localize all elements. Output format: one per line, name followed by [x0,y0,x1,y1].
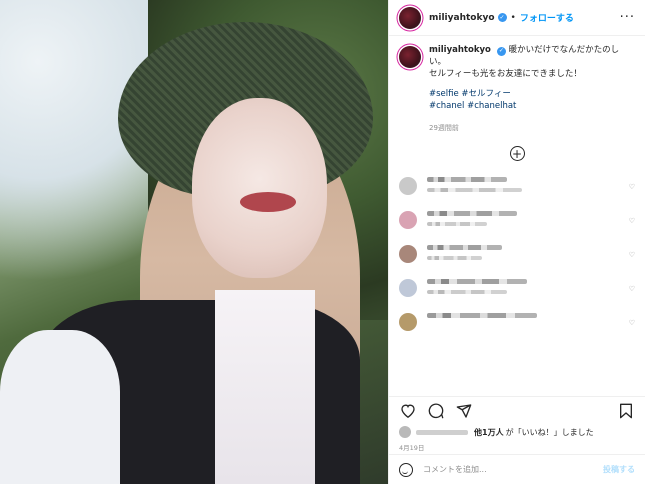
blurred-comment [427,177,522,192]
separator-dot: • [510,12,516,23]
author-username[interactable]: miliyahtokyo [429,13,495,23]
likes-count[interactable]: 他1万人 [474,427,504,438]
post-panel: miliyahtokyo ✓ • フォローする ··· miliyahtokyo… [388,0,645,484]
blurred-comment [427,313,537,318]
action-bar [389,396,645,424]
post-photo [0,0,388,484]
verified-icon: ✓ [497,13,507,22]
caption-hashtags: #selfie #セルフィー #chanel #chanelhat [429,88,634,112]
load-more-icon[interactable]: + [509,146,525,161]
bookmark-icon[interactable] [617,402,635,420]
comment-item: ♡ [399,177,635,195]
caption-time: 29週間前 [429,124,459,132]
comment-avatar[interactable] [399,177,417,195]
blurred-text [427,313,537,318]
blurred-comment [427,279,527,294]
follow-button[interactable]: フォローする [520,11,574,24]
likes-text: が「いいね！」しました [505,427,594,437]
caption-avatar[interactable] [399,46,421,68]
comment-item: ♡ [399,245,635,263]
comment-like-icon[interactable]: ♡ [629,251,635,259]
comment-avatar[interactable] [399,211,417,229]
caption-text-line2: セルフィーも光をお友達にできました！ [429,69,582,79]
add-comment-bar: 投稿する [389,454,645,484]
likes-row: 他1万人 が「いいね！」しました [389,424,645,440]
photo-sleeve [0,330,120,484]
blurred-liker-name [416,429,468,435]
post-date: 4月19日 [399,444,425,452]
comment-avatar[interactable] [399,279,417,297]
post-header: miliyahtokyo ✓ • フォローする ··· [389,0,645,36]
comments-area: miliyahtokyo ✓ 暖かいだけでなんだかたのしい。 セルフィーも光をお友… [389,36,645,396]
blurred-comment [427,211,517,226]
hashtag-line1[interactable]: #selfie #セルフィー [429,88,634,100]
hashtag-line2[interactable]: #chanel #chanelhat [429,100,634,112]
author-avatar[interactable] [399,6,421,29]
post-comment-button[interactable]: 投稿する [603,464,635,475]
blurred-meta [427,256,482,260]
comment-like-icon[interactable]: ♡ [629,319,635,327]
verified-icon: ✓ [496,46,506,56]
instagram-post: miliyahtokyo ✓ • フォローする ··· miliyahtokyo… [0,0,645,484]
share-icon[interactable] [455,402,473,420]
blurred-meta [427,222,487,226]
comment-item: ♡ [399,313,635,331]
load-more-comments[interactable]: + [399,146,635,161]
liker-avatar[interactable] [399,426,411,438]
blurred-text [427,279,527,284]
blurred-meta [427,290,507,294]
comment-input[interactable] [423,465,603,474]
more-options-icon[interactable]: ··· [620,10,635,25]
emoji-icon[interactable] [399,462,413,477]
caption: miliyahtokyo ✓ 暖かいだけでなんだかたのしい。 セルフィーも光をお友… [399,44,635,134]
blurred-text [427,245,502,250]
caption-body: miliyahtokyo ✓ 暖かいだけでなんだかたのしい。 セルフィーも光をお友… [429,44,634,134]
comment-like-icon[interactable]: ♡ [629,285,635,293]
photo-face [192,98,327,278]
comment-like-icon[interactable]: ♡ [629,217,635,225]
comment-avatar[interactable] [399,245,417,263]
blurred-comment [427,245,502,260]
blurred-text [427,211,517,216]
blurred-meta [427,188,522,192]
comment-avatar[interactable] [399,313,417,331]
blurred-text [427,177,507,182]
photo-blouse [215,290,315,484]
comment-item: ♡ [399,279,635,297]
heart-icon[interactable] [399,402,417,420]
comment-icon[interactable] [427,402,445,420]
photo-lips [240,192,296,212]
comment-item: ♡ [399,211,635,229]
caption-username[interactable]: miliyahtokyo [429,45,491,55]
comment-like-icon[interactable]: ♡ [629,183,635,191]
